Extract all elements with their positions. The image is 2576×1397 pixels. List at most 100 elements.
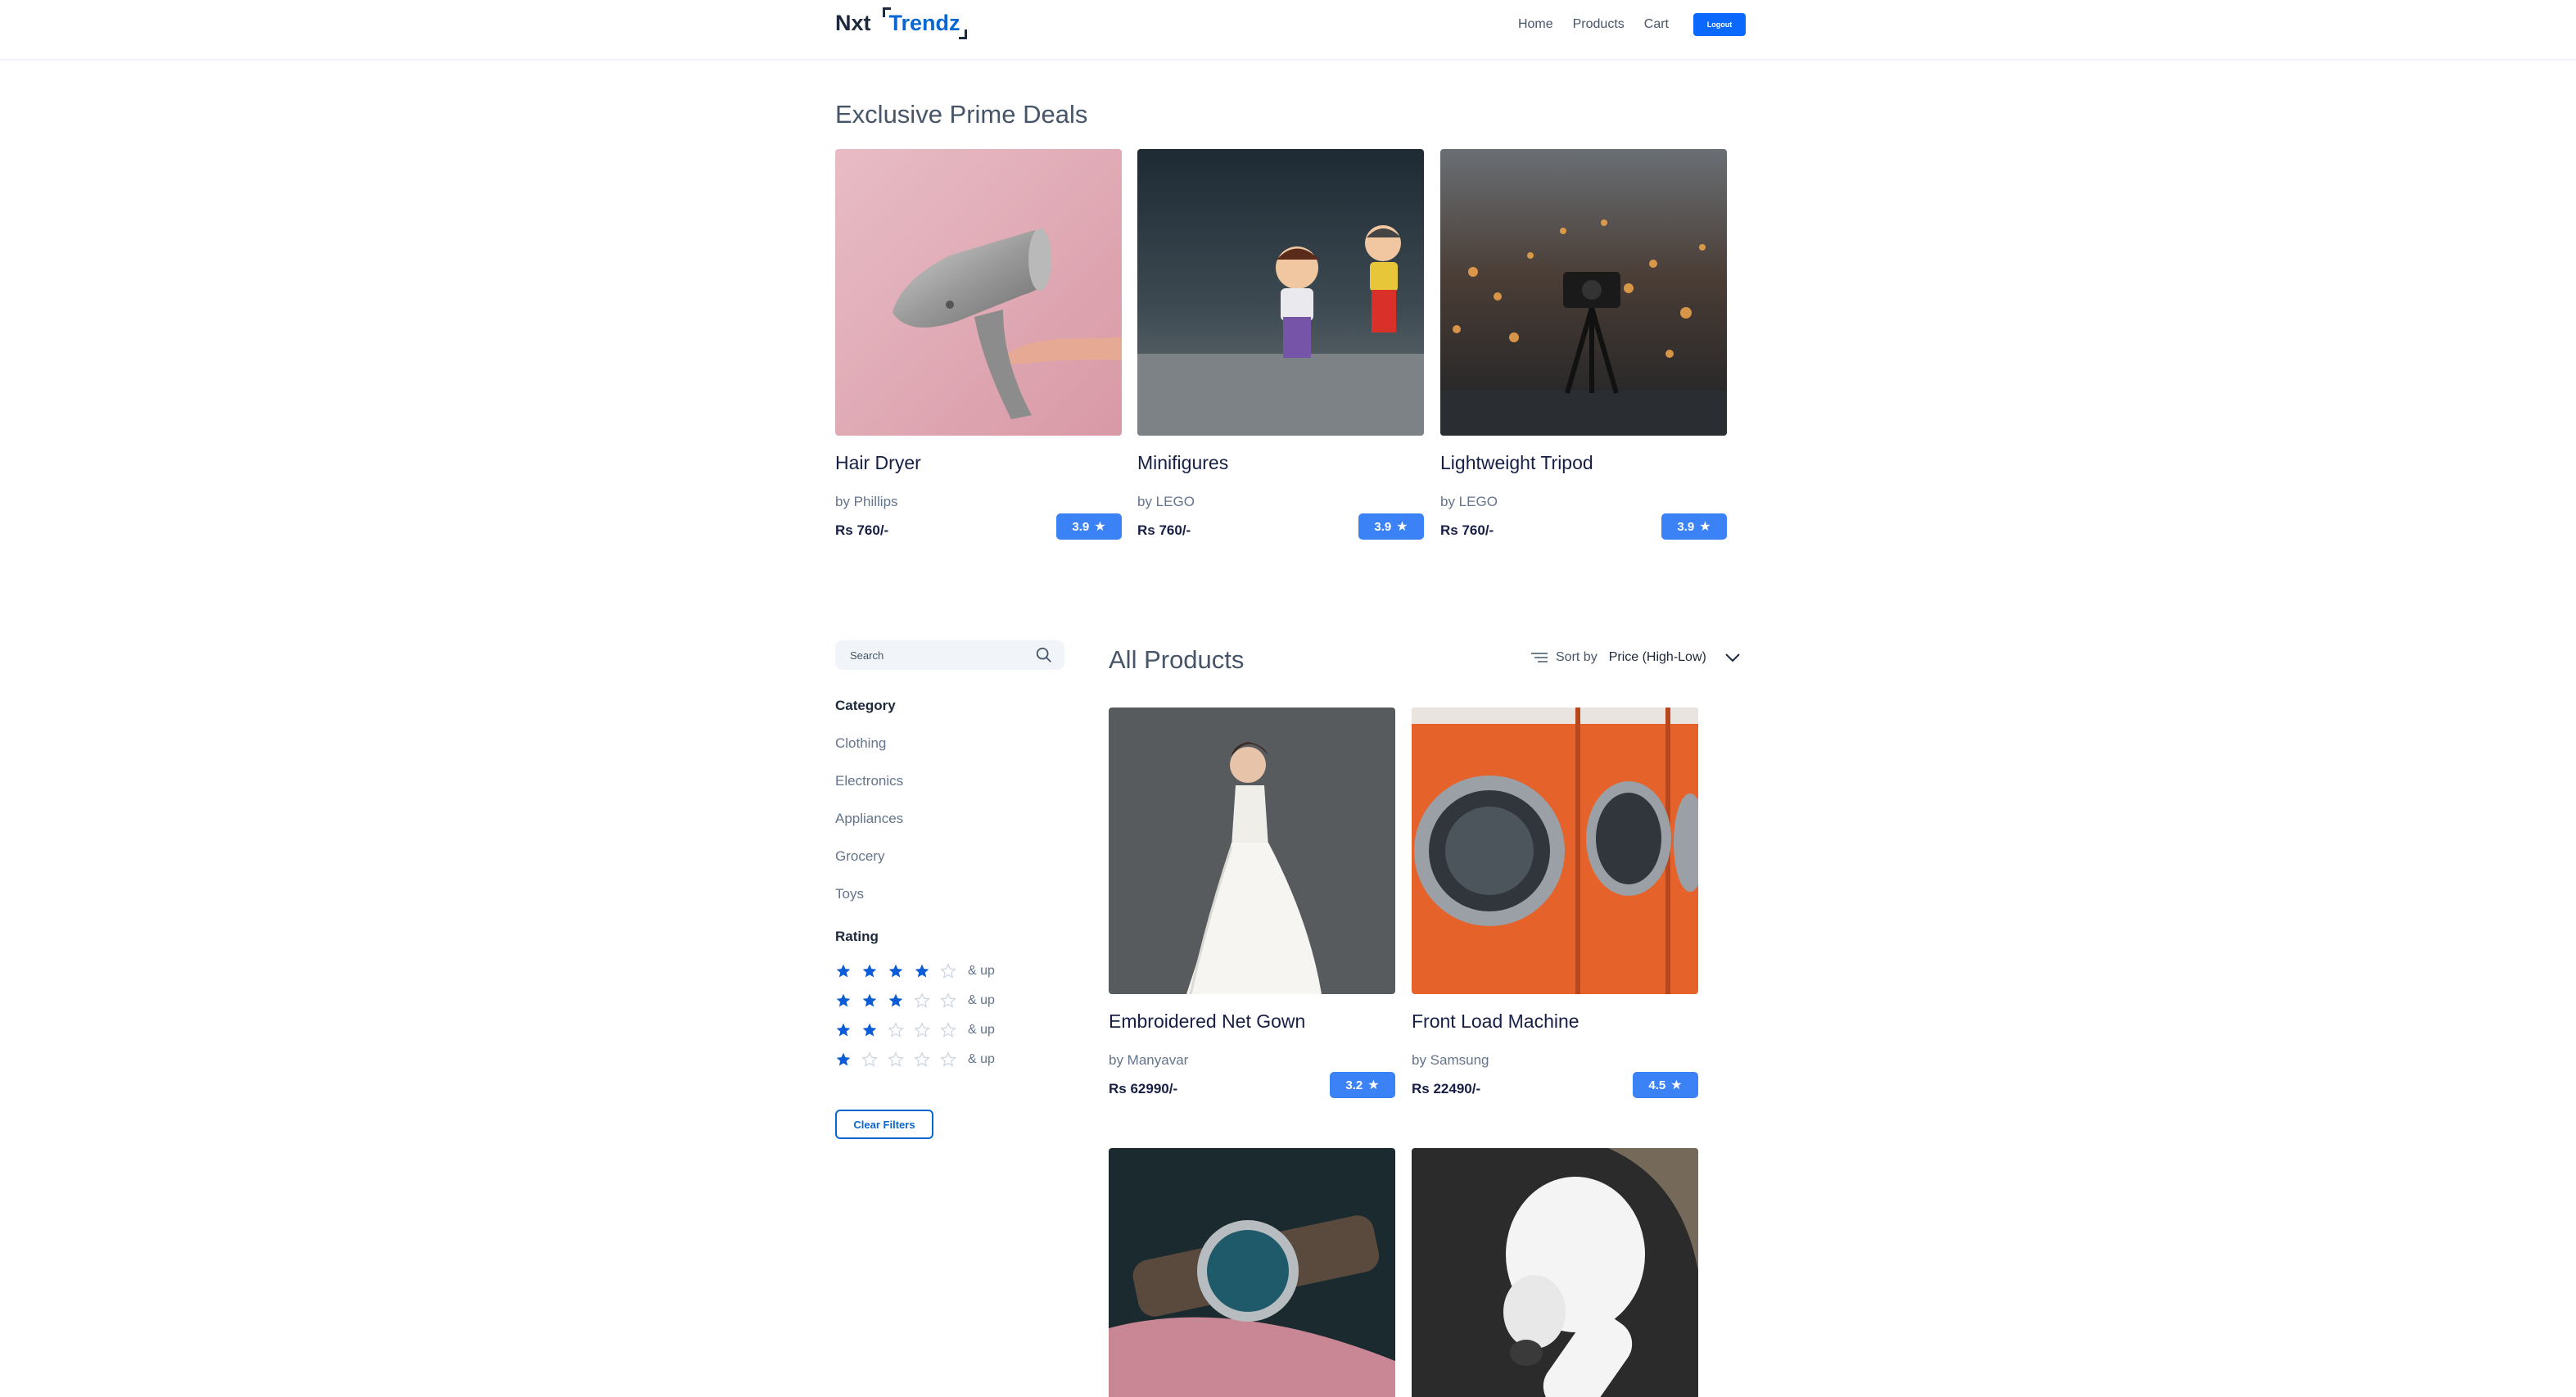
product-image-net-gown: [1109, 708, 1395, 994]
star-filled-icon: [862, 1023, 877, 1037]
prime-product-card[interactable]: Minifigures by LEGO Rs 760/- 3.9 ★: [1137, 149, 1424, 540]
prime-product-card[interactable]: Lightweight Tripod by LEGO Rs 760/- 3.9 ★: [1440, 149, 1727, 540]
star-empty-icon: [914, 1022, 930, 1038]
sort-control[interactable]: Sort by Price (High-Low): [1531, 650, 1741, 665]
logout-button[interactable]: Logout: [1693, 13, 1746, 36]
star-filled-icon: [836, 1052, 851, 1066]
nav-products-link[interactable]: Products: [1573, 15, 1625, 34]
product-card[interactable]: [1412, 1148, 1698, 1397]
rating-and-up-label: & up: [968, 1052, 995, 1066]
product-brand: by LEGO: [1137, 494, 1195, 509]
clear-filters-button[interactable]: Clear Filters: [835, 1110, 933, 1139]
category-item-appliances[interactable]: Appliances: [835, 811, 903, 827]
prime-product-card[interactable]: Hair Dryer by Phillips Rs 760/- 3.9 ★: [835, 149, 1122, 540]
star-empty-icon: [940, 1022, 956, 1038]
star-filled-icon: [862, 993, 877, 1007]
rating-badge: 3.9 ★: [1661, 513, 1727, 540]
star-filled-icon: [836, 993, 851, 1007]
rating-badge: 4.5 ★: [1633, 1072, 1698, 1098]
category-item-grocery[interactable]: Grocery: [835, 848, 884, 865]
star-filled-icon: [836, 1023, 851, 1037]
product-image-earbuds: [1412, 1148, 1698, 1397]
product-image-watch: [1109, 1148, 1395, 1397]
rating-filter-3[interactable]: & up: [835, 992, 995, 1009]
sort-by-label: Sort by: [1556, 650, 1598, 664]
rating-and-up-label: & up: [968, 964, 995, 978]
star-filled-icon: [862, 964, 877, 978]
star-filled-icon: [836, 964, 851, 978]
rating-and-up-label: & up: [968, 993, 995, 1007]
product-image-minifigures: [1137, 149, 1424, 436]
rating-filter-1[interactable]: & up: [835, 1051, 995, 1068]
star-empty-icon: [888, 1051, 904, 1067]
sort-select[interactable]: Price (High-Low): [1609, 650, 1706, 665]
product-image-hair-dryer: [835, 149, 1122, 436]
logo-nxt-text: Nxt: [835, 10, 871, 35]
star-empty-icon: [888, 1022, 904, 1038]
product-brand: by Samsung: [1412, 1052, 1489, 1068]
product-brand: by Manyavar: [1109, 1052, 1189, 1068]
product-name: Minifigures: [1137, 452, 1229, 473]
search-box: [835, 640, 1064, 670]
star-empty-icon: [940, 963, 956, 979]
star-filled-icon: [888, 993, 903, 1007]
star-icon: ★: [1670, 1078, 1683, 1092]
rating-value: 3.2: [1345, 1078, 1363, 1092]
star-icon: ★: [1699, 520, 1711, 534]
app-header: Nxt Trendz Home Products Cart Logout: [0, 0, 2576, 61]
rating-filter-2[interactable]: & up: [835, 1022, 995, 1038]
rating-badge: 3.9 ★: [1358, 513, 1424, 540]
logo-corner-top-left: [882, 7, 891, 17]
main-nav: Home Products Cart Logout: [1498, 13, 1746, 36]
logo-corner-bottom-right: [958, 29, 967, 39]
rating-heading: Rating: [835, 929, 879, 944]
category-item-clothing[interactable]: Clothing: [835, 735, 886, 752]
star-empty-icon: [914, 1051, 930, 1067]
rating-value: 3.9: [1374, 519, 1392, 534]
star-empty-icon: [940, 992, 956, 1008]
star-empty-icon: [861, 1051, 878, 1067]
category-heading: Category: [835, 698, 896, 713]
logo-trendz-frame: Trendz: [882, 7, 967, 39]
sort-icon: [1531, 653, 1548, 662]
product-image-tripod: [1440, 149, 1727, 436]
nav-home-link[interactable]: Home: [1518, 15, 1553, 34]
all-products-title: All Products: [1109, 645, 1245, 674]
star-icon: ★: [1396, 520, 1408, 534]
brand-logo[interactable]: Nxt Trendz: [835, 5, 967, 41]
star-filled-icon: [915, 964, 929, 978]
product-price: Rs 62990/-: [1109, 1081, 1178, 1096]
star-empty-icon: [914, 992, 930, 1008]
rating-and-up-label: & up: [968, 1023, 995, 1037]
star-filled-icon: [888, 964, 903, 978]
product-name: Lightweight Tripod: [1440, 452, 1593, 473]
rating-value: 3.9: [1677, 519, 1695, 534]
product-card[interactable]: Front Load Machine by Samsung Rs 22490/-…: [1412, 708, 1698, 1098]
rating-filter-4[interactable]: & up: [835, 963, 995, 979]
nav-cart-link[interactable]: Cart: [1644, 15, 1669, 34]
product-price: Rs 760/-: [1137, 522, 1191, 538]
chevron-down-icon[interactable]: [1724, 652, 1741, 663]
prime-deals-title: Exclusive Prime Deals: [835, 100, 1088, 129]
product-brand: by Phillips: [835, 494, 898, 509]
star-empty-icon: [940, 1051, 956, 1067]
rating-badge: 3.2 ★: [1330, 1072, 1395, 1098]
star-icon: ★: [1094, 520, 1106, 534]
category-item-electronics[interactable]: Electronics: [835, 773, 903, 789]
search-icon[interactable]: [1035, 646, 1053, 664]
rating-value: 4.5: [1648, 1078, 1666, 1092]
rating-badge: 3.9 ★: [1056, 513, 1122, 540]
product-price: Rs 760/-: [835, 522, 889, 538]
product-price: Rs 760/-: [1440, 522, 1494, 538]
star-icon: ★: [1367, 1078, 1380, 1092]
product-card[interactable]: [1109, 1148, 1395, 1397]
logo-trendz-text: Trendz: [888, 10, 960, 35]
product-image-washing-machine: [1412, 708, 1698, 994]
product-name: Embroidered Net Gown: [1109, 1010, 1306, 1032]
product-card[interactable]: Embroidered Net Gown by Manyavar Rs 6299…: [1109, 708, 1395, 1098]
product-price: Rs 22490/-: [1412, 1081, 1481, 1096]
search-input[interactable]: [850, 649, 1035, 662]
product-name: Front Load Machine: [1412, 1010, 1579, 1032]
product-name: Hair Dryer: [835, 452, 921, 473]
category-item-toys[interactable]: Toys: [835, 886, 864, 902]
